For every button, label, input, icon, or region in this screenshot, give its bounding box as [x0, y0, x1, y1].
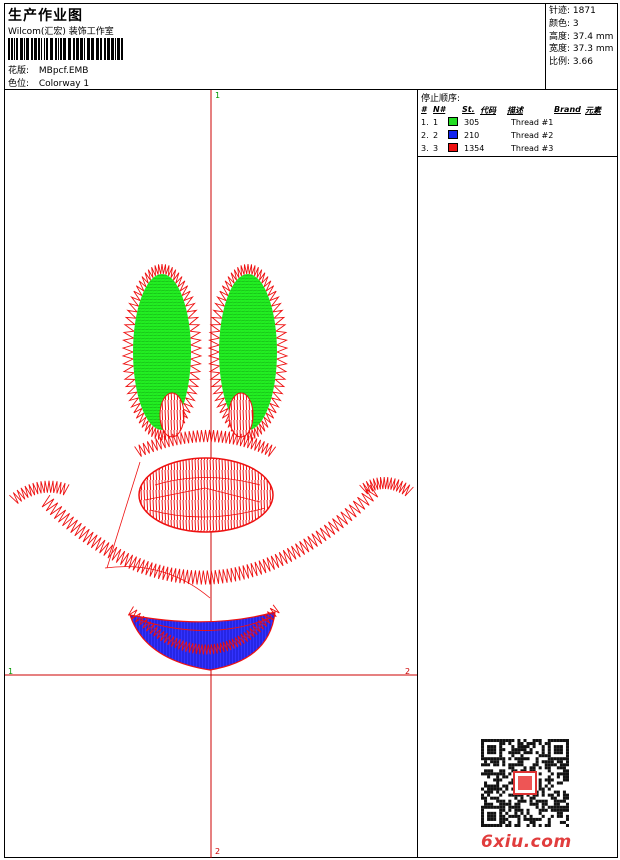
- design-file-value: MBpcf.EMB: [38, 66, 89, 76]
- thread-swatch: [448, 143, 458, 152]
- nose: [138, 457, 274, 533]
- page-title: 生产作业图: [8, 8, 83, 24]
- stop-row: 1. 1 305 Thread #1: [421, 117, 554, 127]
- stop-row: 3. 3 1354 Thread #3: [421, 143, 554, 153]
- spec-height: 高度: 37.4 mm: [549, 31, 614, 42]
- stop-sequence-title: 停止顺序:: [421, 94, 461, 104]
- thread-swatch: [448, 130, 458, 139]
- header: 生产作业图 Wilcom(汇宏) 装饰工作室 花版: MBpcf.EMB 色位:…: [5, 4, 617, 90]
- axis-label-top: 1: [215, 91, 221, 100]
- colorway-label: 色位:: [8, 79, 30, 89]
- colorway-line: 色位: Colorway 1: [8, 76, 89, 89]
- stop-sequence-panel: 停止顺序: # N# St. 代码 描述 Brand 元素 1. 1 305 T…: [418, 90, 617, 157]
- stop-sequence-header: # N# St. 代码 描述 Brand 元素: [421, 105, 601, 115]
- axis-label-right: 2: [405, 667, 411, 676]
- axis-label-bottom: 2: [215, 847, 221, 856]
- right-cheek-satin: [359, 476, 414, 497]
- design-specs: 针迹: 1871 颜色: 3 高度: 37.4 mm 宽度: 37.3 mm 比…: [545, 4, 617, 90]
- thread-swatch: [448, 117, 458, 126]
- axis-label-left: 1: [8, 667, 14, 676]
- colorway-value: Colorway 1: [38, 79, 90, 89]
- barcode: [8, 38, 123, 60]
- spec-colors: 颜色: 3: [549, 18, 579, 29]
- spec-width: 宽度: 37.3 mm: [549, 44, 614, 55]
- spec-scale: 比例: 3.66: [549, 57, 593, 68]
- design-file-label: 花版:: [8, 66, 30, 76]
- mouth: [127, 604, 280, 671]
- spec-stitches: 针迹: 1871: [549, 6, 596, 16]
- design-file-line: 花版: MBpcf.EMB: [8, 63, 88, 76]
- right-ear: [207, 263, 289, 441]
- design-preview: 1 1 2 2: [5, 90, 418, 858]
- stop-row: 2. 2 210 Thread #2: [421, 130, 554, 140]
- left-ear: [121, 263, 203, 441]
- company-name: Wilcom(汇宏) 装饰工作室: [8, 27, 114, 37]
- left-ear-inner: [159, 392, 185, 438]
- embroidery-canvas: [5, 90, 417, 858]
- qr-code: [481, 739, 569, 827]
- right-ear-inner: [228, 392, 254, 438]
- worksheet-frame: 生产作业图 Wilcom(汇宏) 装饰工作室 花版: MBpcf.EMB 色位:…: [4, 3, 618, 858]
- watermark: 6xiu.com: [481, 832, 572, 852]
- left-cheek-satin: [9, 480, 70, 504]
